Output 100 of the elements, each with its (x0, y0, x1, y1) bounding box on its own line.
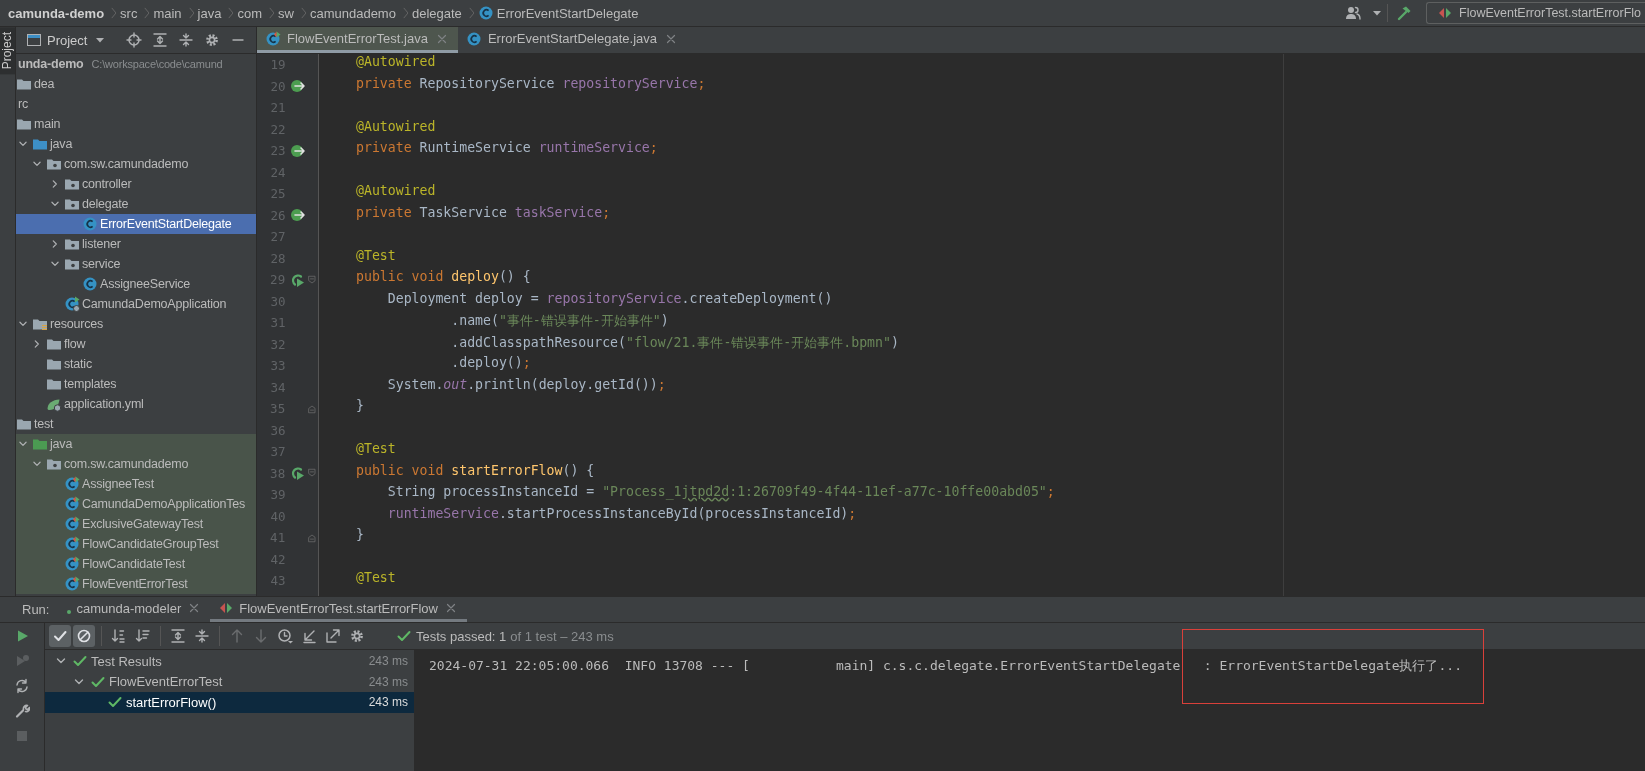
run-tab[interactable]: camunda-modeler (59, 597, 211, 622)
code-line: System.out.println(deploy.getId()); (386, 376, 667, 394)
tree-item[interactable]: main (16, 114, 256, 134)
project-path: C:\workspace\code\camund (91, 58, 223, 70)
run-tab[interactable]: FlowEventErrorTest.startErrorFlow (210, 597, 467, 622)
tree-item[interactable]: com.sw.camundademo (16, 154, 256, 174)
code-line: Deployment deploy = repositoryService.createDeployment() (386, 290, 834, 308)
tree-item[interactable]: dea (16, 74, 256, 94)
test-detail: of 1 test – 243 ms (510, 628, 614, 644)
run-icon[interactable] (289, 271, 306, 288)
tree-item[interactable]: flow (16, 334, 256, 354)
tree-item[interactable]: java (16, 434, 256, 454)
tree-item[interactable]: service (16, 254, 256, 274)
code-line: @Test (355, 570, 397, 587)
import-icon (301, 628, 317, 644)
chevron-icon (141, 5, 150, 21)
tree-item[interactable]: CamundaDemoApplication (16, 294, 256, 314)
collapse-all-icon[interactable] (178, 32, 195, 48)
tree-item[interactable]: FlowCandidateGroupTest (16, 534, 256, 554)
class-icon (465, 30, 482, 47)
show-ignored-button[interactable] (73, 625, 95, 647)
code-line: .deploy(); (450, 355, 532, 372)
tree-item[interactable]: AssigneeTest (16, 474, 256, 494)
code-line: private TaskService taskService; (355, 204, 612, 222)
tree-item[interactable]: AssigneeService (16, 274, 256, 294)
test-run-icon (218, 600, 235, 616)
clock-icon (277, 628, 293, 644)
breadcrumb[interactable]: camunda-demo (6, 5, 107, 21)
tree-item[interactable]: CamundaDemoApplicationTes (16, 494, 256, 514)
tree-item[interactable]: ExclusiveGatewayTest (16, 514, 256, 534)
collapse-all-icon (194, 628, 210, 644)
breadcrumb[interactable]: camundademo (307, 5, 398, 21)
breadcrumb[interactable]: com (235, 5, 265, 21)
run-configuration[interactable]: FlowEventErrorTest.startErrorFlo (1426, 2, 1645, 24)
settings-icon[interactable] (204, 32, 221, 48)
tree-item[interactable]: controller (16, 174, 256, 194)
breadcrumb[interactable]: main (151, 5, 184, 21)
code-line: .addClasspathResource("flow/21.事件-错误事件-开始事件.bpmn") (450, 333, 900, 352)
tree-item[interactable]: templates (16, 374, 256, 394)
breadcrumb[interactable]: delegate (409, 5, 464, 21)
code-line: @Test (355, 441, 397, 458)
tree-item[interactable]: unda-demo C:\workspace\code\camund (16, 54, 256, 74)
test-result-item[interactable]: Test Results 243 ms (45, 651, 414, 672)
editor-tab[interactable]: ErrorEventStartDelegate.java (457, 27, 687, 53)
duration-label: 243 ms (368, 654, 408, 669)
code-line: .name("事件-错误事件-开始事件") (450, 312, 670, 330)
tree-item[interactable]: FlowEventErrorTest (16, 574, 256, 594)
test-class-icon (265, 30, 281, 47)
test-run-icon (1437, 5, 1453, 21)
tree-item[interactable]: static (16, 354, 256, 374)
breadcrumb[interactable]: src (118, 5, 140, 21)
tree-item[interactable]: listener (16, 234, 256, 254)
tree-item[interactable]: application.yml (16, 394, 256, 414)
breadcrumb[interactable]: sw (276, 5, 296, 21)
tool-window-tab[interactable]: Project (0, 27, 15, 75)
test-result-item[interactable]: FlowEventErrorTest 243 ms (45, 671, 414, 692)
tree-item[interactable]: FlowCandidateTest (16, 554, 256, 574)
test-class-icon (64, 556, 80, 572)
code-line: } (355, 527, 365, 544)
tree-item[interactable]: ErrorEventStartDelegate (16, 214, 256, 234)
spring-class-icon (64, 296, 80, 312)
user-icon[interactable] (1345, 5, 1361, 21)
tree-item[interactable]: resources (16, 314, 256, 334)
test-result-item[interactable]: startErrorFlow() 243 ms (45, 692, 414, 713)
tree-item[interactable]: java (16, 134, 256, 154)
breadcrumb[interactable]: java (195, 5, 224, 21)
duration-label: 243 ms (368, 674, 408, 689)
settings-icon (349, 628, 365, 644)
code-line: private RuntimeService runtimeService; (355, 140, 659, 157)
panel-icon (26, 32, 42, 48)
chevron-icon (266, 5, 275, 21)
log-text: 2024-07-31 22:05:00.066 INFO 13708 --- [ main] c.s.c.delegate.ErrorEventStartDelegate (429, 657, 1181, 675)
test-class-icon (64, 496, 80, 512)
editor-tab[interactable]: FlowEventErrorTest.java (257, 27, 458, 53)
panel-title[interactable]: Project (26, 32, 109, 48)
bean-icon[interactable] (289, 142, 306, 159)
check-icon (396, 628, 412, 644)
run-icon[interactable] (289, 465, 306, 482)
hammer-icon[interactable] (1396, 5, 1412, 21)
show-passed-button[interactable] (49, 625, 71, 647)
class-icon (477, 5, 494, 21)
down-arrow-icon (253, 628, 269, 644)
chevron-icon (225, 5, 234, 21)
refresh-icon[interactable] (14, 678, 30, 694)
bean-icon[interactable] (289, 78, 306, 95)
tree-item[interactable]: rc (16, 94, 256, 114)
tree-item[interactable]: com.sw.camundademo (16, 454, 256, 474)
bean-icon[interactable] (289, 207, 306, 224)
expand-all-icon[interactable] (152, 32, 169, 48)
code-line: @Autowired (355, 118, 437, 136)
tree-item[interactable]: test (16, 414, 256, 434)
test-class-icon (64, 576, 80, 592)
crosshair-icon[interactable] (126, 32, 143, 48)
test-summary: Tests passed: 1 (416, 628, 507, 644)
sort-duration-icon (135, 628, 151, 644)
wrench-icon[interactable] (14, 703, 30, 719)
tree-item[interactable]: delegate (16, 194, 256, 214)
ignored-icon (76, 628, 92, 644)
expand-all-icon (170, 628, 186, 644)
breadcrumb[interactable]: ErrorEventStartDelegate (475, 5, 641, 21)
